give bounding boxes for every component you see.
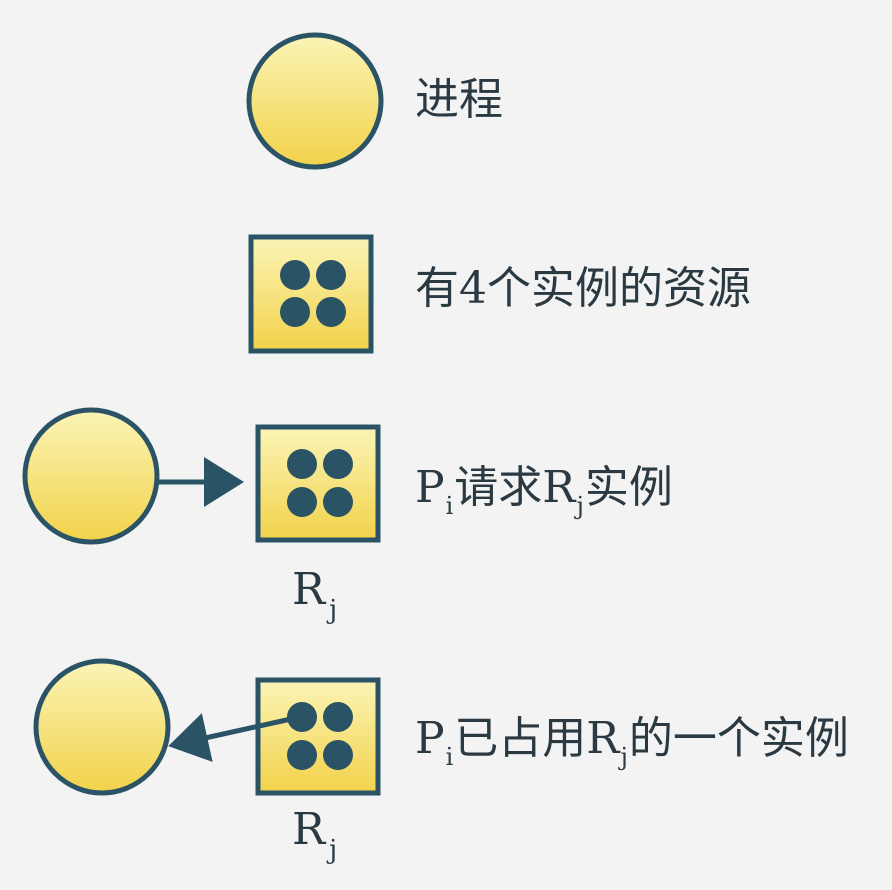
process-subscript: i	[445, 492, 454, 520]
instance-dot-icon	[316, 297, 346, 327]
instance-dot-icon	[323, 740, 353, 770]
holding-process-node-icon	[33, 658, 171, 796]
process-symbol: P	[415, 713, 445, 764]
resource-node-icon	[248, 234, 374, 354]
resource-subscript: j	[329, 835, 338, 865]
process-legend-label: 进程	[415, 74, 503, 125]
resource-symbol: R	[292, 804, 326, 855]
resource-allocation-legend: 进程 有4个实例的资源 Pi请求Rj实例 Pi已占用Rj的一个实例 Rj Rj	[0, 0, 892, 890]
instance-dot-icon	[323, 702, 353, 732]
request-verb: 请求	[454, 462, 543, 513]
instance-dot-icon	[323, 487, 353, 517]
assignment-edge-label: Pi已占用Rj的一个实例	[415, 717, 849, 770]
request-edge-label: Pi请求Rj实例	[415, 466, 673, 519]
instance-dot-icon	[280, 260, 310, 290]
instance-dot-icon	[287, 449, 317, 479]
instance-dot-icon	[323, 449, 353, 479]
resource-subscript: j	[576, 492, 584, 520]
assignment-verb: 已占用	[454, 713, 587, 764]
requesting-process-node-icon	[22, 407, 160, 545]
instance-dot-icon	[316, 260, 346, 290]
process-node-icon	[246, 32, 384, 170]
request-object: 实例	[584, 462, 673, 513]
instance-dot-icon	[287, 487, 317, 517]
resource-symbol: R	[542, 462, 576, 513]
resource-symbol: R	[586, 713, 620, 764]
resource-subscript: j	[620, 743, 628, 771]
requested-resource-node-icon	[255, 424, 381, 543]
instance-dot-icon	[280, 297, 310, 327]
assignment-object: 的一个实例	[628, 713, 849, 764]
process-subscript: i	[445, 743, 454, 771]
resource-legend-label: 有4个实例的资源	[415, 263, 751, 314]
request-resource-name: Rj	[292, 568, 338, 624]
process-symbol: P	[415, 462, 445, 513]
resource-subscript: j	[329, 595, 338, 625]
assign-resource-name: Rj	[292, 808, 338, 864]
held-resource-node-icon	[255, 677, 381, 796]
resource-symbol: R	[292, 564, 326, 615]
instance-dot-icon	[287, 740, 317, 770]
